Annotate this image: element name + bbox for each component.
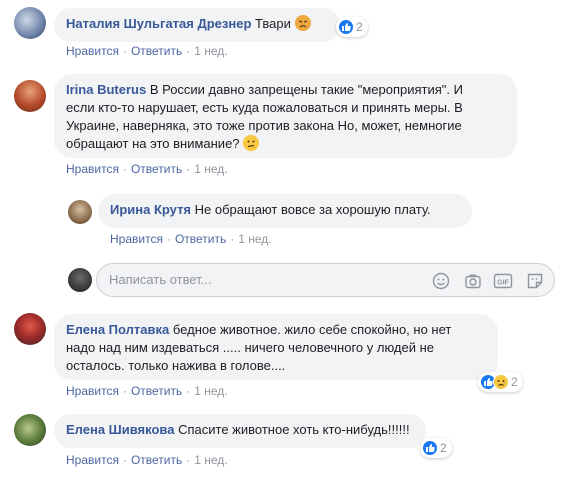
comment-time[interactable]: 1 нед. bbox=[194, 44, 227, 58]
like-reaction-icon bbox=[338, 19, 354, 35]
comment-text: Спасите животное хоть кто-нибудь!!!!!! bbox=[178, 422, 410, 437]
reply-input[interactable] bbox=[109, 272, 409, 287]
comment-author[interactable]: Наталия Шульгатая Дрезнер bbox=[66, 16, 251, 31]
reaction-count: 2 bbox=[356, 20, 363, 34]
sad-reaction-icon bbox=[493, 374, 509, 390]
comment-actions: Нравится · Ответить · 1 нед. bbox=[66, 384, 228, 398]
comment-bubble: Ирина Крутя Не обращают вовсе за хорошую… bbox=[98, 194, 472, 228]
avatar[interactable] bbox=[68, 200, 92, 224]
separator: · bbox=[230, 232, 235, 246]
comment-time[interactable]: 1 нед. bbox=[194, 453, 227, 467]
comment-bubble: Наталия Шульгатая Дрезнер Твари bbox=[54, 8, 340, 42]
separator: · bbox=[122, 162, 127, 176]
reaction-summary[interactable]: 2 bbox=[478, 372, 523, 392]
reaction-summary[interactable]: 2 bbox=[420, 438, 452, 458]
comment-author[interactable]: Елена Шивякова bbox=[66, 422, 174, 437]
separator: · bbox=[186, 44, 191, 58]
like-link[interactable]: Нравится bbox=[110, 232, 163, 246]
comment-author[interactable]: Елена Полтавка bbox=[66, 322, 169, 337]
comment-actions: Нравится · Ответить · 1 нед. bbox=[66, 44, 228, 58]
separator: · bbox=[186, 453, 191, 467]
comment-time[interactable]: 1 нед. bbox=[238, 232, 271, 246]
comment-bubble: Irina Buterus В России давно запрещены т… bbox=[54, 74, 517, 158]
comment-text: Не обращают вовсе за хорошую плату. bbox=[194, 202, 431, 217]
comment-text-line: надо над ним издеваться ..... ничего чел… bbox=[66, 340, 435, 355]
reaction-count: 2 bbox=[511, 375, 518, 389]
comment-text-line: если кто-то нарушает, есть куда пожалова… bbox=[66, 100, 463, 115]
comment-text-line: В России давно запрещены такие "мероприя… bbox=[149, 82, 463, 97]
comment-time[interactable]: 1 нед. bbox=[194, 162, 227, 176]
reaction-count: 2 bbox=[440, 441, 447, 455]
camera-icon[interactable] bbox=[463, 271, 483, 291]
comment-author[interactable]: Irina Buterus bbox=[66, 82, 146, 97]
reply-link[interactable]: Ответить bbox=[131, 384, 182, 398]
reply-link[interactable]: Ответить bbox=[175, 232, 226, 246]
comment-author[interactable]: Ирина Крутя bbox=[110, 202, 191, 217]
separator: · bbox=[186, 384, 191, 398]
comment-actions: Нравится · Ответить · 1 нед. bbox=[110, 232, 272, 246]
like-link[interactable]: Нравится bbox=[66, 162, 119, 176]
comment-time[interactable]: 1 нед. bbox=[194, 384, 227, 398]
emoji-icon[interactable] bbox=[431, 271, 451, 291]
like-link[interactable]: Нравится bbox=[66, 453, 119, 467]
confused-face-icon bbox=[243, 135, 260, 151]
angry-face-icon bbox=[294, 15, 311, 31]
comment-bubble: Елена Шивякова Спасите животное хоть кто… bbox=[54, 414, 426, 448]
avatar[interactable] bbox=[14, 7, 46, 39]
separator: · bbox=[166, 232, 171, 246]
avatar[interactable] bbox=[14, 313, 46, 345]
comment-actions: Нравится · Ответить · 1 нед. bbox=[66, 453, 228, 467]
avatar[interactable] bbox=[14, 80, 46, 112]
reply-box: GIF bbox=[96, 263, 555, 297]
svg-text:GIF: GIF bbox=[497, 280, 509, 287]
separator: · bbox=[122, 453, 127, 467]
reply-link[interactable]: Ответить bbox=[131, 162, 182, 176]
reply-link[interactable]: Ответить bbox=[131, 44, 182, 58]
comment-actions: Нравится · Ответить · 1 нед. bbox=[66, 162, 228, 176]
comment-text-line: Украине, наверняка, это тоже против зако… bbox=[66, 118, 462, 133]
like-link[interactable]: Нравится bbox=[66, 44, 119, 58]
separator: · bbox=[122, 384, 127, 398]
current-user-avatar bbox=[68, 268, 92, 292]
reaction-summary[interactable]: 2 bbox=[336, 17, 368, 37]
comment-text-line: осталось. только нажива в голове.... bbox=[66, 358, 286, 373]
comment-text-line: обращают на это внимание? bbox=[66, 136, 240, 151]
separator: · bbox=[122, 44, 127, 58]
separator: · bbox=[186, 162, 191, 176]
comment-text: Твари bbox=[255, 16, 291, 31]
sticker-icon[interactable] bbox=[525, 271, 545, 291]
like-reaction-icon bbox=[422, 440, 438, 456]
comment-bubble: Елена Полтавка бедное животное. жило себ… bbox=[54, 314, 498, 380]
reply-link[interactable]: Ответить bbox=[131, 453, 182, 467]
gif-icon[interactable]: GIF bbox=[493, 271, 513, 291]
avatar[interactable] bbox=[14, 414, 46, 446]
comment-text-line: бедное животное. жило себе спокойно, но … bbox=[172, 322, 452, 337]
like-link[interactable]: Нравится bbox=[66, 384, 119, 398]
